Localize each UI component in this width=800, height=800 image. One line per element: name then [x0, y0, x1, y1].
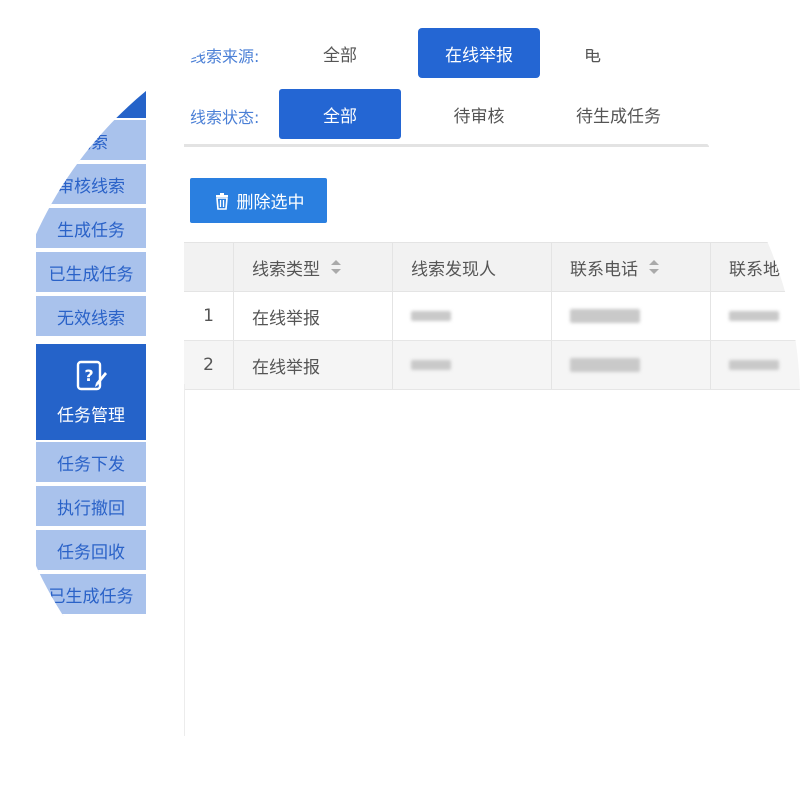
viewport-lens: 线索 审核线索 生成任务 已生成任务 无效线索 ? 任务管理 任务下发 执行撤回… [0, 0, 800, 800]
col-header-phone-label: 联系电话 [570, 259, 638, 280]
filter-source-row: 线索来源: 全部 在线举报 电 [184, 28, 744, 78]
row-index: 2 [184, 341, 234, 389]
svg-text:?: ? [84, 366, 93, 385]
sidebar-item-generated-tasks-2[interactable]: 已生成任务 [36, 574, 146, 616]
col-header-finder: 线索发现人 [393, 243, 552, 291]
row-phone-redacted [552, 341, 711, 389]
col-header-phone[interactable]: 联系电话 [552, 243, 711, 291]
sidebar-item-label: 审核线索 [57, 176, 125, 197]
sidebar-item-review-clues[interactable]: 审核线索 [36, 164, 146, 206]
row-address-redacted [711, 341, 800, 389]
filter-source-phone[interactable]: 电 [556, 28, 644, 78]
sidebar-item-task-recall[interactable]: 任务回收 [36, 530, 146, 572]
row-address-redacted [711, 292, 800, 340]
col-header-address: 联系地 [729, 259, 780, 280]
row-type: 在线举报 [234, 292, 393, 340]
table-row[interactable]: 2 在线举报 [184, 341, 800, 390]
sidebar-item-task-dispatch[interactable]: 任务下发 [36, 442, 146, 484]
sidebar-item-generate-task[interactable]: 生成任务 [36, 208, 146, 250]
filter-source-all[interactable]: 全部 [279, 28, 401, 78]
delete-selected-label: 删除选中 [236, 193, 305, 213]
trash-icon [215, 192, 228, 210]
sidebar-item-generated-tasks[interactable]: 已生成任务 [36, 252, 146, 294]
row-finder-redacted [393, 341, 552, 389]
clues-table: 线索类型 线索发现人 联系电话 联系地 1 在线举报 2 在线举报 [184, 242, 800, 390]
sort-icon[interactable] [330, 259, 342, 275]
delete-selected-button[interactable]: 删除选中 [190, 178, 327, 223]
sidebar-item-label: 任务下发 [57, 454, 125, 475]
sidebar: 线索 审核线索 生成任务 已生成任务 无效线索 ? 任务管理 任务下发 执行撤回… [36, 0, 147, 800]
sidebar-item-label: 线索 [74, 132, 108, 153]
sidebar-item-clues[interactable]: 线索 [36, 120, 146, 162]
row-phone-redacted [552, 292, 711, 340]
sidebar-section-label: 任务管理 [57, 405, 125, 426]
table-row[interactable]: 1 在线举报 [184, 292, 800, 341]
sidebar-item-invalid-clues[interactable]: 无效线索 [36, 296, 146, 338]
task-edit-icon: ? [76, 360, 107, 390]
col-header-index [184, 243, 234, 291]
row-index: 1 [184, 292, 234, 340]
filter-status-pending-review[interactable]: 待审核 [418, 89, 540, 139]
filter-source-label: 线索来源: [190, 47, 260, 66]
sort-icon[interactable] [648, 259, 660, 275]
sidebar-item-label: 生成任务 [57, 220, 125, 241]
filter-divider [184, 144, 709, 147]
sidebar-item-label: 任务回收 [57, 542, 125, 563]
sidebar-item-label: 执行撤回 [57, 498, 125, 519]
col-header-type[interactable]: 线索类型 [234, 243, 393, 291]
sidebar-section-task-management[interactable]: ? 任务管理 [36, 344, 146, 440]
filter-status-pending-task[interactable]: 待生成任务 [556, 89, 681, 139]
sidebar-item-label: 已生成任务 [48, 264, 134, 285]
sidebar-item-label: 无效线索 [57, 308, 125, 329]
row-type: 在线举报 [234, 341, 393, 389]
filter-status-row: 线索状态: 全部 待审核 待生成任务 [184, 89, 744, 139]
filter-source-online-report[interactable]: 在线举报 [418, 28, 540, 78]
sidebar-item-label: 已生成任务 [48, 586, 134, 607]
row-finder-redacted [393, 292, 552, 340]
filter-status-label: 线索状态: [190, 108, 260, 127]
table-header: 线索类型 线索发现人 联系电话 联系地 [184, 242, 800, 292]
content-left-border [184, 384, 185, 736]
sidebar-active-bar [36, 88, 146, 118]
sidebar-item-execution-withdraw[interactable]: 执行撤回 [36, 486, 146, 528]
filter-status-all[interactable]: 全部 [279, 89, 401, 139]
col-header-type-label: 线索类型 [252, 259, 320, 280]
